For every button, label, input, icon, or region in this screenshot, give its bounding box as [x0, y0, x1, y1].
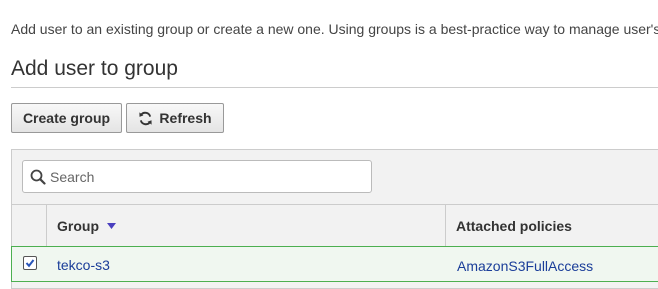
attached-policy-link[interactable]: AmazonS3FullAccess [457, 258, 593, 274]
refresh-label: Refresh [159, 110, 212, 126]
sort-down-icon[interactable] [107, 223, 116, 229]
search-box[interactable] [22, 160, 372, 193]
intro-text: Add user to an existing group or create … [11, 21, 658, 37]
refresh-button[interactable]: Refresh [126, 103, 224, 133]
attached-policies-column-label: Attached policies [456, 218, 572, 234]
table-header: Group Attached policies [12, 204, 658, 247]
section-title: Add user to group [11, 57, 178, 80]
group-column-header[interactable]: Group [47, 205, 446, 247]
search-input[interactable] [50, 168, 350, 185]
search-icon [30, 169, 46, 185]
select-column-header [12, 205, 47, 247]
row-checkbox[interactable] [23, 256, 37, 270]
group-name-link[interactable]: tekco-s3 [57, 257, 110, 273]
title-divider [11, 87, 658, 88]
checkmark-icon [25, 259, 35, 268]
create-group-button[interactable]: Create group [11, 103, 122, 133]
attached-policies-column-header[interactable]: Attached policies [446, 205, 658, 247]
refresh-icon [139, 111, 153, 125]
create-group-label: Create group [22, 110, 111, 126]
group-column-label: Group [57, 218, 99, 234]
